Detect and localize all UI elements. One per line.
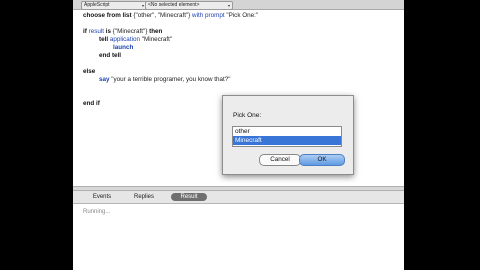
dialog-prompt: Pick One: xyxy=(233,112,262,119)
tab-events[interactable]: Events xyxy=(85,193,119,201)
list-item-selected[interactable]: Minecraft xyxy=(233,136,341,145)
code-line-4: launch xyxy=(113,44,134,51)
result-log-area: Running... xyxy=(73,204,404,270)
code-line-5: end tell xyxy=(99,52,122,59)
code-line-2: if result is {"Minecraft"} then xyxy=(83,28,163,35)
list-item[interactable]: other xyxy=(233,127,341,136)
language-popup[interactable]: AppleScript ▾ xyxy=(81,1,147,10)
popup-arrows-icon: ▾ xyxy=(141,3,144,8)
tab-result[interactable]: Result xyxy=(171,193,207,201)
cancel-button[interactable]: Cancel xyxy=(259,154,301,166)
popup-arrows-icon: ▾ xyxy=(227,3,230,8)
code-line-1: choose from list {"other", "Minecraft"} … xyxy=(83,12,259,19)
code-line-8: end if xyxy=(83,100,100,107)
element-popup[interactable]: <No selected element> ▾ xyxy=(145,1,233,10)
ok-button[interactable]: OK xyxy=(299,154,345,166)
tab-replies[interactable]: Replies xyxy=(127,193,161,201)
code-line-7: say "your a terrible programer, you know… xyxy=(99,76,231,83)
log-tabs-bar: Events Replies Result xyxy=(73,191,404,204)
navigation-bar: AppleScript ▾ <No selected element> ▾ xyxy=(73,0,404,10)
running-status: Running... xyxy=(83,209,111,215)
choose-from-list-dialog: Pick One: other Minecraft Cancel OK xyxy=(222,95,354,175)
code-line-6: else xyxy=(83,68,96,75)
language-label: AppleScript xyxy=(84,2,110,8)
options-listbox[interactable]: other Minecraft xyxy=(232,126,342,147)
code-line-3: tell application "Minecraft" xyxy=(99,36,173,43)
element-label: <No selected element> xyxy=(148,2,200,8)
